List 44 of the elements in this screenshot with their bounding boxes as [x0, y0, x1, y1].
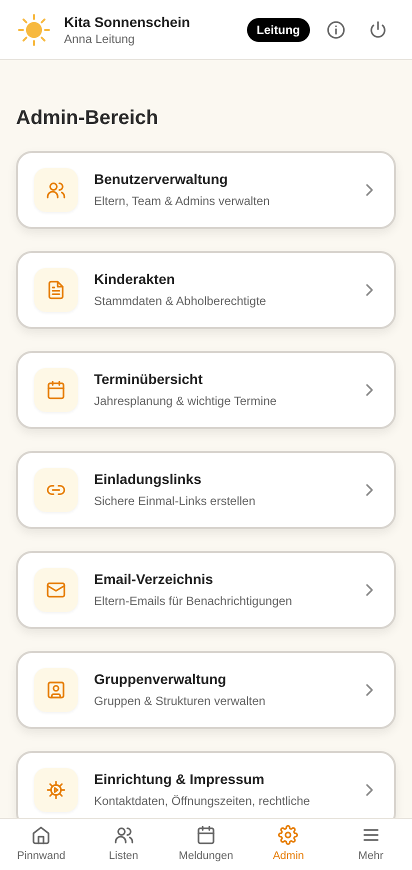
menu-card[interactable]: Einladungslinks Sichere Einmal-Links erstellen — [16, 451, 396, 529]
users-icon — [114, 825, 134, 845]
card-subtitle: Sichere Einmal-Links erstellen — [94, 494, 256, 509]
card-title: Email-Verzeichnis — [94, 571, 214, 588]
card-subtitle: Stammdaten & Abholberechtigte — [94, 294, 268, 309]
card-title: Kinderakten — [94, 271, 176, 288]
card-title: Terminübersicht — [94, 371, 204, 388]
menu-card[interactable]: Benutzerverwaltung Eltern, Team & Admins verwalten — [16, 151, 396, 229]
user-name: Anna Leitung — [64, 30, 136, 46]
chevron-icon — [364, 283, 374, 297]
card-subtitle: Eltern, Team & Admins verwalten — [94, 194, 271, 209]
card-title: Einladungslinks — [94, 471, 202, 488]
power-icon[interactable] — [368, 20, 388, 40]
card-title: Gruppenverwaltung — [94, 671, 228, 688]
chevron-icon — [364, 383, 374, 397]
page-title: Admin-Bereich — [16, 106, 160, 131]
chevron-icon — [364, 583, 374, 597]
menu-card[interactable]: Email-Verzeichnis Eltern-Emails für Benachrichtigungen — [16, 551, 396, 629]
card-subtitle: Kontaktdaten, Öffnungszeiten, rechtliche — [94, 794, 311, 809]
menu-card[interactable]: Gruppenverwaltung Gruppen & Strukturen verwalten — [16, 651, 396, 729]
menu-card[interactable]: Terminübersicht Jahresplanung & wichtige Termine — [16, 351, 396, 429]
contact-card-icon — [46, 680, 66, 700]
chevron-icon — [364, 483, 374, 497]
calendar-icon — [46, 380, 66, 400]
role-badge: Leitung — [246, 18, 310, 42]
card-title: Einrichtung & Impressum — [94, 771, 266, 788]
document-icon — [46, 280, 66, 300]
settings-icon — [278, 825, 298, 845]
card-title: Benutzerverwaltung — [94, 171, 229, 188]
calendar-icon — [196, 825, 216, 845]
home-icon — [31, 825, 52, 845]
app-title: Kita Sonnenschein — [64, 12, 190, 30]
mail-icon — [46, 580, 66, 600]
info-icon[interactable] — [326, 20, 346, 40]
menu-card[interactable]: Kinderakten Stammdaten & Abholberechtigte — [16, 251, 396, 329]
chevron-icon — [364, 183, 374, 197]
users-icon — [46, 180, 66, 200]
chevron-icon — [364, 683, 374, 697]
chevron-icon — [364, 783, 374, 797]
card-subtitle: Eltern-Emails für Benachrichtigungen — [94, 594, 294, 609]
card-subtitle: Jahresplanung & wichtige Termine — [94, 394, 278, 409]
sun-logo-icon — [18, 14, 50, 46]
card-subtitle: Gruppen & Strukturen verwalten — [94, 694, 266, 709]
cog-icon — [46, 780, 66, 800]
